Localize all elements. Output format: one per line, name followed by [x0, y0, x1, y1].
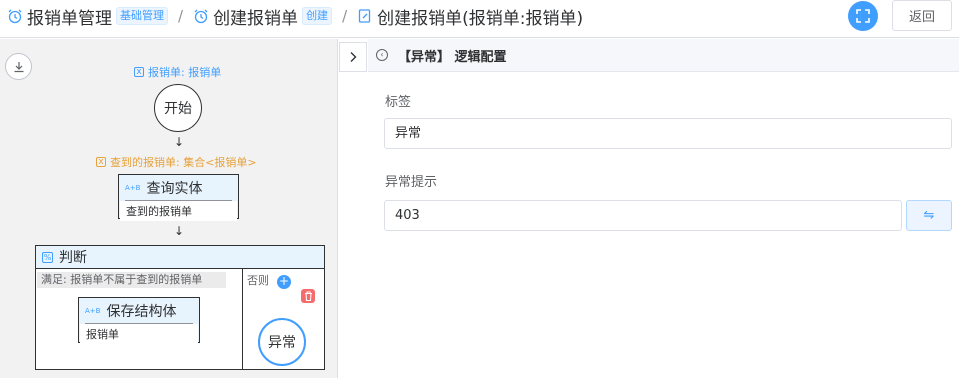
assign-icon: A+B — [125, 184, 141, 192]
fullscreen-icon — [856, 9, 870, 23]
node-header: A+B 查询实体 — [119, 175, 238, 198]
alarm-clock-icon — [8, 9, 22, 24]
node-output: 报销单 — [80, 324, 198, 344]
query-entity-node[interactable]: A+B 查询实体 查到的报销单 — [118, 174, 239, 221]
breadcrumb-item-current: 创建报销单(报销单:报销单) — [377, 8, 584, 29]
config-panel: ‹ 【异常】 逻辑配置 标签 异常 异常提示 403 ⇋ — [368, 39, 959, 378]
node-title: 保存结构体 — [106, 304, 177, 320]
flow-arrow: ↓ — [174, 224, 185, 238]
delete-button[interactable] — [301, 289, 315, 303]
assign-icon: A+B — [85, 307, 101, 315]
node-output: 查到的报销单 — [120, 201, 237, 221]
download-icon — [14, 61, 23, 72]
variable-icon: x — [134, 67, 144, 77]
header-bar: 报销单管理 基础管理 / 创建报销单 创建 / 创建报销单(报销单:报销单) 返… — [0, 0, 959, 38]
breadcrumb: 报销单管理 基础管理 / 创建报销单 创建 / 创建报销单(报销单:报销单) — [7, 0, 583, 32]
swap-expression-button[interactable]: ⇋ — [906, 200, 952, 231]
input-variable-label: x 报销单: 报销单 — [134, 64, 221, 80]
exception-message-input[interactable]: 403 — [384, 200, 902, 231]
start-node[interactable]: 开始 — [154, 84, 202, 132]
breadcrumb-tag-create: 创建 — [302, 7, 333, 25]
label-input[interactable]: 异常 — [384, 118, 952, 149]
breadcrumb-separator: / — [342, 7, 348, 25]
chevron-right-icon — [350, 52, 357, 62]
node-header: A+B 保存结构体 — [79, 298, 199, 321]
input-variable-text: 报销单: 报销单 — [148, 66, 222, 79]
judge-title: 判断 — [59, 250, 87, 266]
variable-icon: x — [96, 157, 106, 167]
judge-header: % 判断 — [36, 246, 324, 269]
percent-icon: % — [42, 251, 53, 263]
panel-title: 【异常】 逻辑配置 — [398, 49, 507, 65]
save-struct-node[interactable]: A+B 保存结构体 报销单 — [78, 297, 200, 344]
collapse-panel-button[interactable] — [339, 42, 367, 72]
else-label: 否则 — [247, 274, 269, 287]
query-variable-label: x 查到的报销单: 集合<报销单> — [96, 154, 257, 170]
edit-document-icon — [358, 9, 371, 23]
judge-condition[interactable]: 满足: 报销单不属于查到的报销单 — [37, 272, 226, 288]
exception-node[interactable]: 异常 — [258, 318, 306, 366]
breadcrumb-item-create-reimbursement[interactable]: 创建报销单 — [213, 4, 298, 29]
back-circle-icon[interactable]: ‹ — [376, 49, 388, 61]
alarm-clock-icon — [194, 9, 208, 24]
back-button[interactable]: 返回 — [892, 0, 952, 31]
flow-canvas[interactable]: x 报销单: 报销单 开始 ↓ x 查到的报销单: 集合<报销单> A+B 查询… — [0, 39, 338, 378]
add-node-button[interactable]: + — [277, 275, 291, 289]
swap-icon: ⇋ — [923, 208, 935, 223]
exception-message-label: 异常提示 — [385, 175, 438, 190]
breadcrumb-tag-basic: 基础管理 — [116, 7, 168, 25]
breadcrumb-separator: / — [178, 7, 184, 25]
fullscreen-button[interactable] — [848, 1, 878, 31]
flow-arrow: ↓ — [174, 135, 185, 149]
label-field-label: 标签 — [385, 95, 412, 110]
download-button[interactable] — [5, 53, 32, 80]
node-title: 查询实体 — [146, 181, 203, 197]
query-variable-text: 查到的报销单: 集合<报销单> — [110, 156, 257, 169]
trash-icon — [304, 291, 312, 301]
panel-header: ‹ 【异常】 逻辑配置 — [368, 39, 959, 72]
breadcrumb-item-reimbursement-management[interactable]: 报销单管理 — [27, 4, 112, 29]
